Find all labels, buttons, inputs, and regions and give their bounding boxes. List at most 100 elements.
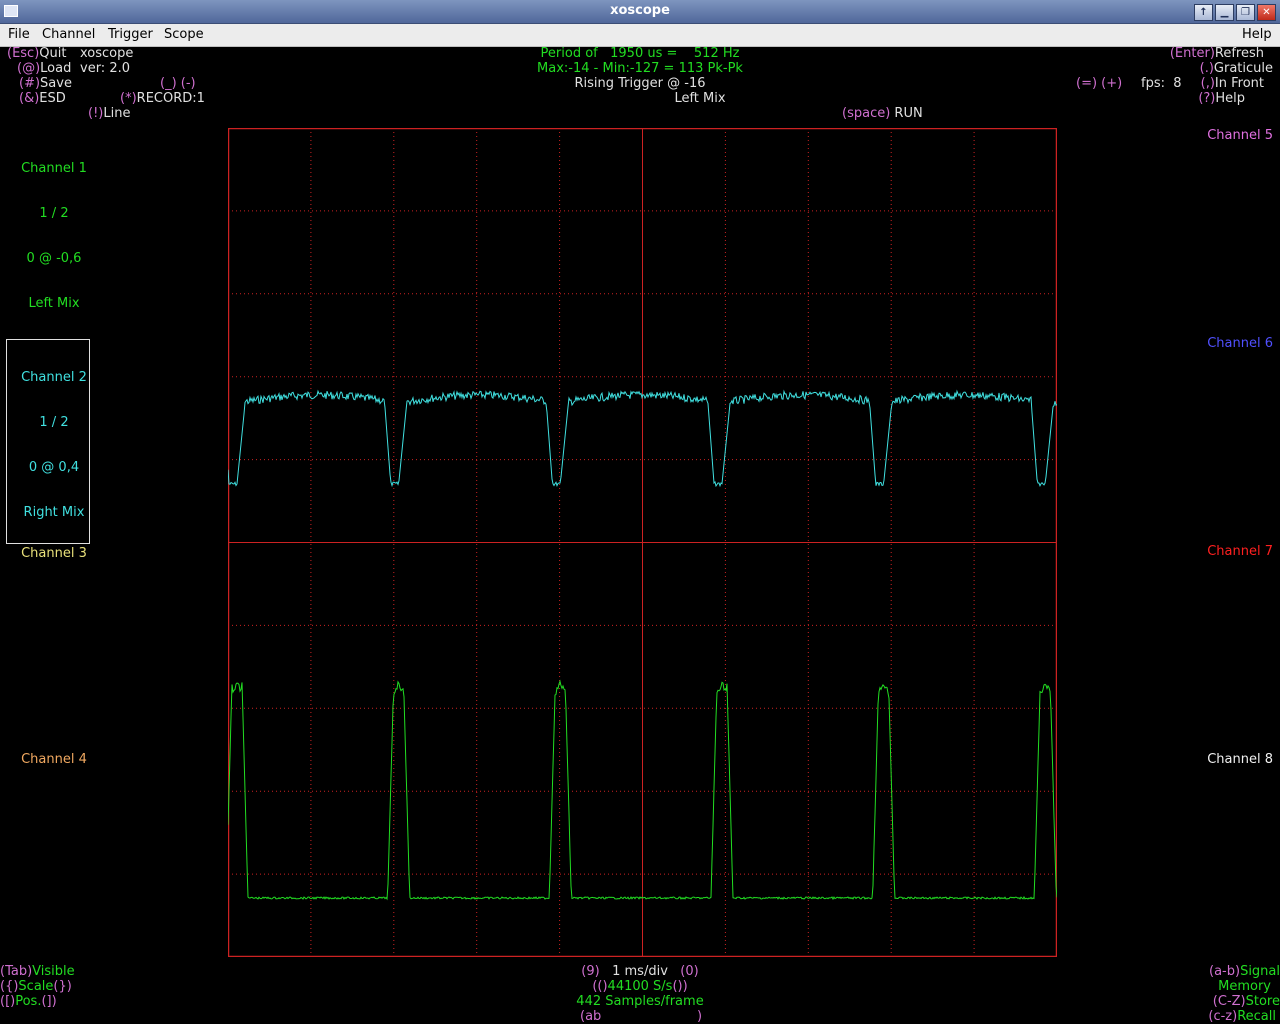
menu-file[interactable]: File: [8, 27, 30, 42]
load-hint[interactable]: (@)Load: [17, 61, 71, 76]
timebase-hint[interactable]: (9) 1 ms/div (0): [520, 964, 760, 979]
timebase-value: 1 ms/div: [612, 964, 668, 979]
maxmin-readout: Max:-14 - Min:-127 = 113 Pk-Pk: [537, 61, 743, 76]
channel-6-label[interactable]: Channel 6: [1207, 336, 1273, 351]
ab-hint-close: ): [697, 1009, 703, 1024]
pos-hint[interactable]: ([)Pos.(]): [0, 994, 57, 1009]
pos-label: Pos.: [15, 994, 42, 1009]
refresh-hint[interactable]: (Enter)Refresh: [1170, 46, 1264, 61]
record-label: RECORD:1: [136, 91, 205, 106]
channel-2-block[interactable]: Channel 2 1 / 2 0 @ 0,4 Right Mix: [6, 340, 102, 535]
recall-key: (c-z): [1208, 1009, 1238, 1024]
help-hint[interactable]: (?)Help: [1198, 91, 1245, 106]
samplerate-value: 44100 S/s: [607, 979, 673, 994]
quit-label: Quit: [39, 46, 67, 61]
graticule-label: Graticule: [1213, 61, 1273, 76]
scale-key-open: ({): [0, 979, 19, 994]
underscore-minus-hint[interactable]: (_) (-): [160, 76, 196, 91]
pos-key-open: ([): [0, 994, 16, 1009]
in-front-hint[interactable]: (,)In Front: [1201, 76, 1264, 91]
record-hint[interactable]: (*)RECORD:1: [120, 91, 205, 106]
record-key: (*): [120, 91, 137, 106]
signal-key: (a-b): [1209, 964, 1241, 979]
scale-hint[interactable]: ({)Scale(}): [0, 979, 72, 994]
window-titlebar: xoscope ↑ ▁ ❐ ✕: [0, 0, 1280, 24]
channel-1-block[interactable]: Channel 1 1 / 2 0 @ -0,6 Left Mix: [6, 131, 102, 326]
version-label: ver: 2.0: [80, 61, 130, 76]
graticule-hint[interactable]: (.)Graticule: [1200, 61, 1273, 76]
close-button[interactable]: ✕: [1257, 4, 1276, 21]
pos-key-close: (]): [41, 994, 57, 1009]
save-key: (#): [19, 76, 41, 91]
menu-channel[interactable]: Channel: [42, 27, 95, 42]
channel-2-position: 0 @ 0,4: [28, 460, 80, 475]
menu-trigger[interactable]: Trigger: [108, 27, 153, 42]
load-label: Load: [40, 61, 72, 76]
in-front-key: (,): [1200, 76, 1215, 91]
quit-hint[interactable]: (Esc)Quit: [7, 46, 66, 61]
save-hint[interactable]: (#)Save: [19, 76, 72, 91]
line-key: (!): [88, 106, 104, 121]
samplerate-key-down: ((): [592, 979, 608, 994]
samplerate-hint[interactable]: (()44100 S/s()): [520, 979, 760, 994]
channel-2-source: Right Mix: [23, 505, 85, 520]
minimize-button[interactable]: ▁: [1215, 4, 1234, 21]
run-key: (space): [842, 106, 891, 121]
load-key: (@): [17, 61, 41, 76]
store-hint[interactable]: (C-Z)Store: [1213, 994, 1280, 1009]
visible-key: (Tab): [0, 964, 33, 979]
channel-8-label[interactable]: Channel 8: [1207, 752, 1273, 767]
scale-label: Scale: [18, 979, 54, 994]
samples-per-frame: 442 Samples/frame: [576, 994, 704, 1009]
timebase-key-down: (9): [581, 964, 600, 979]
channel-1-name: Channel 1: [21, 161, 87, 176]
visible-hint[interactable]: (Tab)Visible: [0, 964, 75, 979]
help-key: (?): [1198, 91, 1216, 106]
graticule-key: (.): [1199, 61, 1214, 76]
period-readout: Period of 1950 us = 512 Hz: [540, 46, 740, 61]
channel-5-label[interactable]: Channel 5: [1207, 128, 1273, 143]
app-name: xoscope: [80, 46, 134, 61]
samplerate-key-up: ()): [672, 979, 688, 994]
signal-label: Signal: [1240, 964, 1280, 979]
channel-3-label[interactable]: Channel 3: [6, 546, 102, 561]
timebase-key-up: (0): [680, 964, 699, 979]
quit-key: (Esc): [7, 46, 40, 61]
esd-hint[interactable]: (&)ESD: [19, 91, 66, 106]
scope-display[interactable]: [228, 128, 1057, 957]
help-label: Help: [1215, 91, 1245, 106]
refresh-key: (Enter): [1169, 46, 1215, 61]
menu-help[interactable]: Help: [1242, 27, 1272, 42]
memory-label: Memory: [1218, 979, 1271, 994]
channel-4-label[interactable]: Channel 4: [6, 752, 102, 767]
channel-1-scale: 1 / 2: [39, 206, 69, 221]
eq-plus-hint[interactable]: (=) (+): [1076, 76, 1122, 91]
trigger-readout: Rising Trigger @ -16: [574, 76, 706, 91]
channel-7-label[interactable]: Channel 7: [1207, 544, 1273, 559]
line-hint[interactable]: (!)Line: [88, 106, 130, 121]
esd-key: (&): [19, 91, 40, 106]
signal-hint[interactable]: (a-b)Signal: [1209, 964, 1280, 979]
store-key: (C-Z): [1212, 994, 1246, 1009]
shade-button[interactable]: ↑: [1194, 4, 1213, 21]
esd-label: ESD: [39, 91, 66, 106]
visible-label: Visible: [32, 964, 75, 979]
channel-1-position: 0 @ -0,6: [26, 251, 82, 266]
window-title: xoscope: [610, 3, 670, 18]
fps-readout: fps: 8: [1141, 76, 1182, 91]
run-label: RUN: [894, 106, 923, 121]
maximize-button[interactable]: ❐: [1236, 4, 1255, 21]
scale-key-close: (}): [53, 979, 72, 994]
menubar: File Channel Trigger Scope Help: [0, 24, 1280, 47]
channel-2-scale: 1 / 2: [39, 415, 69, 430]
channel-2-name: Channel 2: [21, 370, 87, 385]
line-label: Line: [103, 106, 131, 121]
channel-1-source: Left Mix: [28, 296, 80, 311]
save-label: Save: [40, 76, 72, 91]
menu-scope[interactable]: Scope: [164, 27, 204, 42]
recall-label: Recall: [1237, 1009, 1276, 1024]
run-hint[interactable]: (space) RUN: [842, 106, 923, 121]
refresh-label: Refresh: [1214, 46, 1264, 61]
recall-hint[interactable]: (c-z)Recall: [1208, 1009, 1276, 1024]
ab-hint-open[interactable]: (ab: [580, 1009, 601, 1024]
